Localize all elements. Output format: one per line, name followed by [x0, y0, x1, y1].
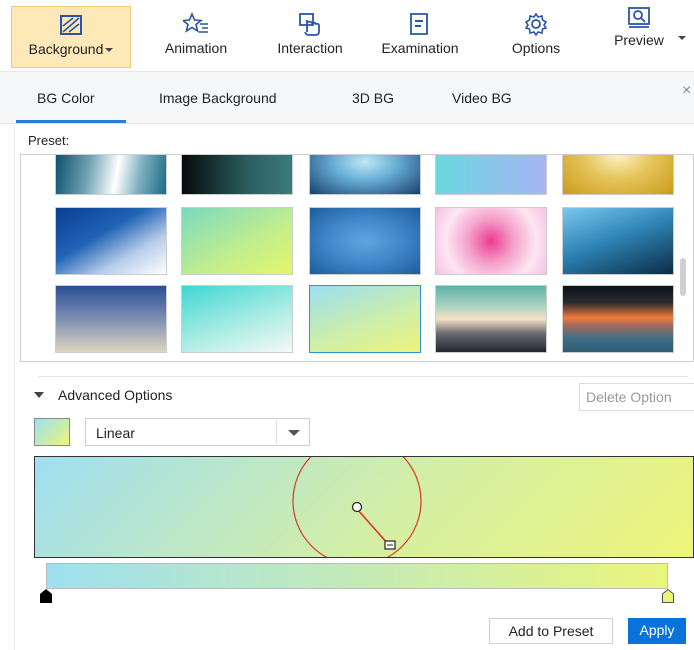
background-icon: [60, 15, 82, 35]
gradient-type-value: Linear: [96, 425, 135, 441]
toolbar-examination-button[interactable]: Examination: [366, 6, 474, 68]
preset-swatch[interactable]: [309, 207, 421, 275]
preset-swatch[interactable]: [562, 155, 674, 195]
animation-star-icon: [183, 12, 208, 33]
gradient-type-select[interactable]: Linear: [85, 418, 310, 446]
interaction-hand-icon: [299, 13, 320, 36]
gradient-direction-handle[interactable]: [35, 457, 694, 558]
close-icon[interactable]: ×: [682, 82, 691, 100]
collapse-triangle-icon[interactable]: [34, 390, 44, 400]
toolbar-options-label: Options: [511, 40, 561, 56]
tab-image-background[interactable]: Image Background: [159, 90, 277, 106]
preset-label: Preset:: [28, 133, 70, 148]
preset-swatch[interactable]: [435, 207, 547, 275]
gradient-color-chip[interactable]: [34, 418, 70, 446]
preset-swatch[interactable]: [181, 285, 293, 353]
active-tab-indicator: [16, 120, 126, 123]
toolbar-preview-label: Preview: [614, 32, 664, 48]
add-to-preset-button[interactable]: Add to Preset: [489, 618, 613, 644]
options-gear-icon: [524, 12, 548, 36]
gradient-stop-end[interactable]: [662, 589, 674, 603]
preset-gallery: [20, 154, 694, 362]
toolbar-animation-label: Animation: [164, 40, 228, 56]
apply-button[interactable]: Apply: [628, 618, 686, 644]
chevron-down-icon[interactable]: [105, 48, 114, 53]
divider: [38, 376, 688, 377]
delete-option-button[interactable]: Delete Option: [579, 383, 694, 411]
background-tabs: BG Color Image Background 3D BG Video BG…: [0, 72, 694, 124]
preset-swatch[interactable]: [435, 285, 547, 353]
preset-swatch[interactable]: [435, 155, 547, 195]
gradient-preview[interactable]: [34, 456, 694, 558]
gradient-stop-start[interactable]: [40, 589, 52, 603]
dropdown-arrow-icon[interactable]: [288, 430, 300, 436]
preview-icon: [628, 7, 650, 28]
toolbar-preview-button[interactable]: Preview: [598, 6, 680, 68]
preset-scrollbar[interactable]: [680, 258, 686, 296]
preset-swatch-selected[interactable]: [309, 285, 421, 353]
ribbon-toolbar: Background Animation Interaction Examina…: [0, 0, 694, 72]
preset-swatch[interactable]: [55, 285, 167, 353]
tab-video-bg[interactable]: Video BG: [452, 90, 512, 106]
more-chevron-icon[interactable]: [678, 36, 686, 40]
toolbar-examination-label: Examination: [381, 40, 459, 56]
toolbar-options-button[interactable]: Options: [496, 6, 576, 68]
preset-swatch[interactable]: [181, 155, 293, 195]
preset-swatch[interactable]: [55, 155, 167, 195]
select-separator: [276, 419, 277, 445]
toolbar-interaction-label: Interaction: [277, 40, 343, 56]
advanced-options-label[interactable]: Advanced Options: [58, 387, 172, 403]
toolbar-interaction-button[interactable]: Interaction: [262, 6, 358, 68]
preset-swatch[interactable]: [309, 155, 421, 195]
preset-swatch[interactable]: [562, 207, 674, 275]
panel-border: [14, 124, 15, 650]
toolbar-background-label: Background: [28, 41, 104, 57]
toolbar-animation-button[interactable]: Animation: [148, 6, 244, 68]
tab-3d-bg[interactable]: 3D BG: [352, 90, 394, 106]
examination-doc-icon: [410, 13, 428, 35]
gradient-stop-bar[interactable]: [46, 563, 668, 589]
preset-swatch[interactable]: [55, 207, 167, 275]
tab-bg-color[interactable]: BG Color: [37, 90, 95, 106]
toolbar-background-button[interactable]: Background: [11, 6, 131, 68]
preset-swatch[interactable]: [181, 207, 293, 275]
preset-swatch[interactable]: [562, 285, 674, 353]
